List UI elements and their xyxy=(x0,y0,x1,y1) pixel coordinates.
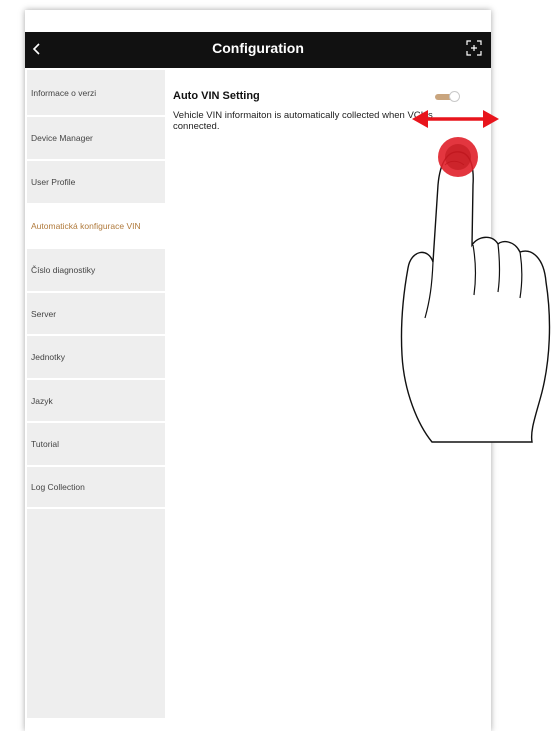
gesture-overlay xyxy=(400,110,551,443)
pointing-hand-icon xyxy=(400,151,551,443)
horizontal-swipe-arrow-icon xyxy=(412,110,499,128)
touch-point-icon xyxy=(438,137,478,177)
